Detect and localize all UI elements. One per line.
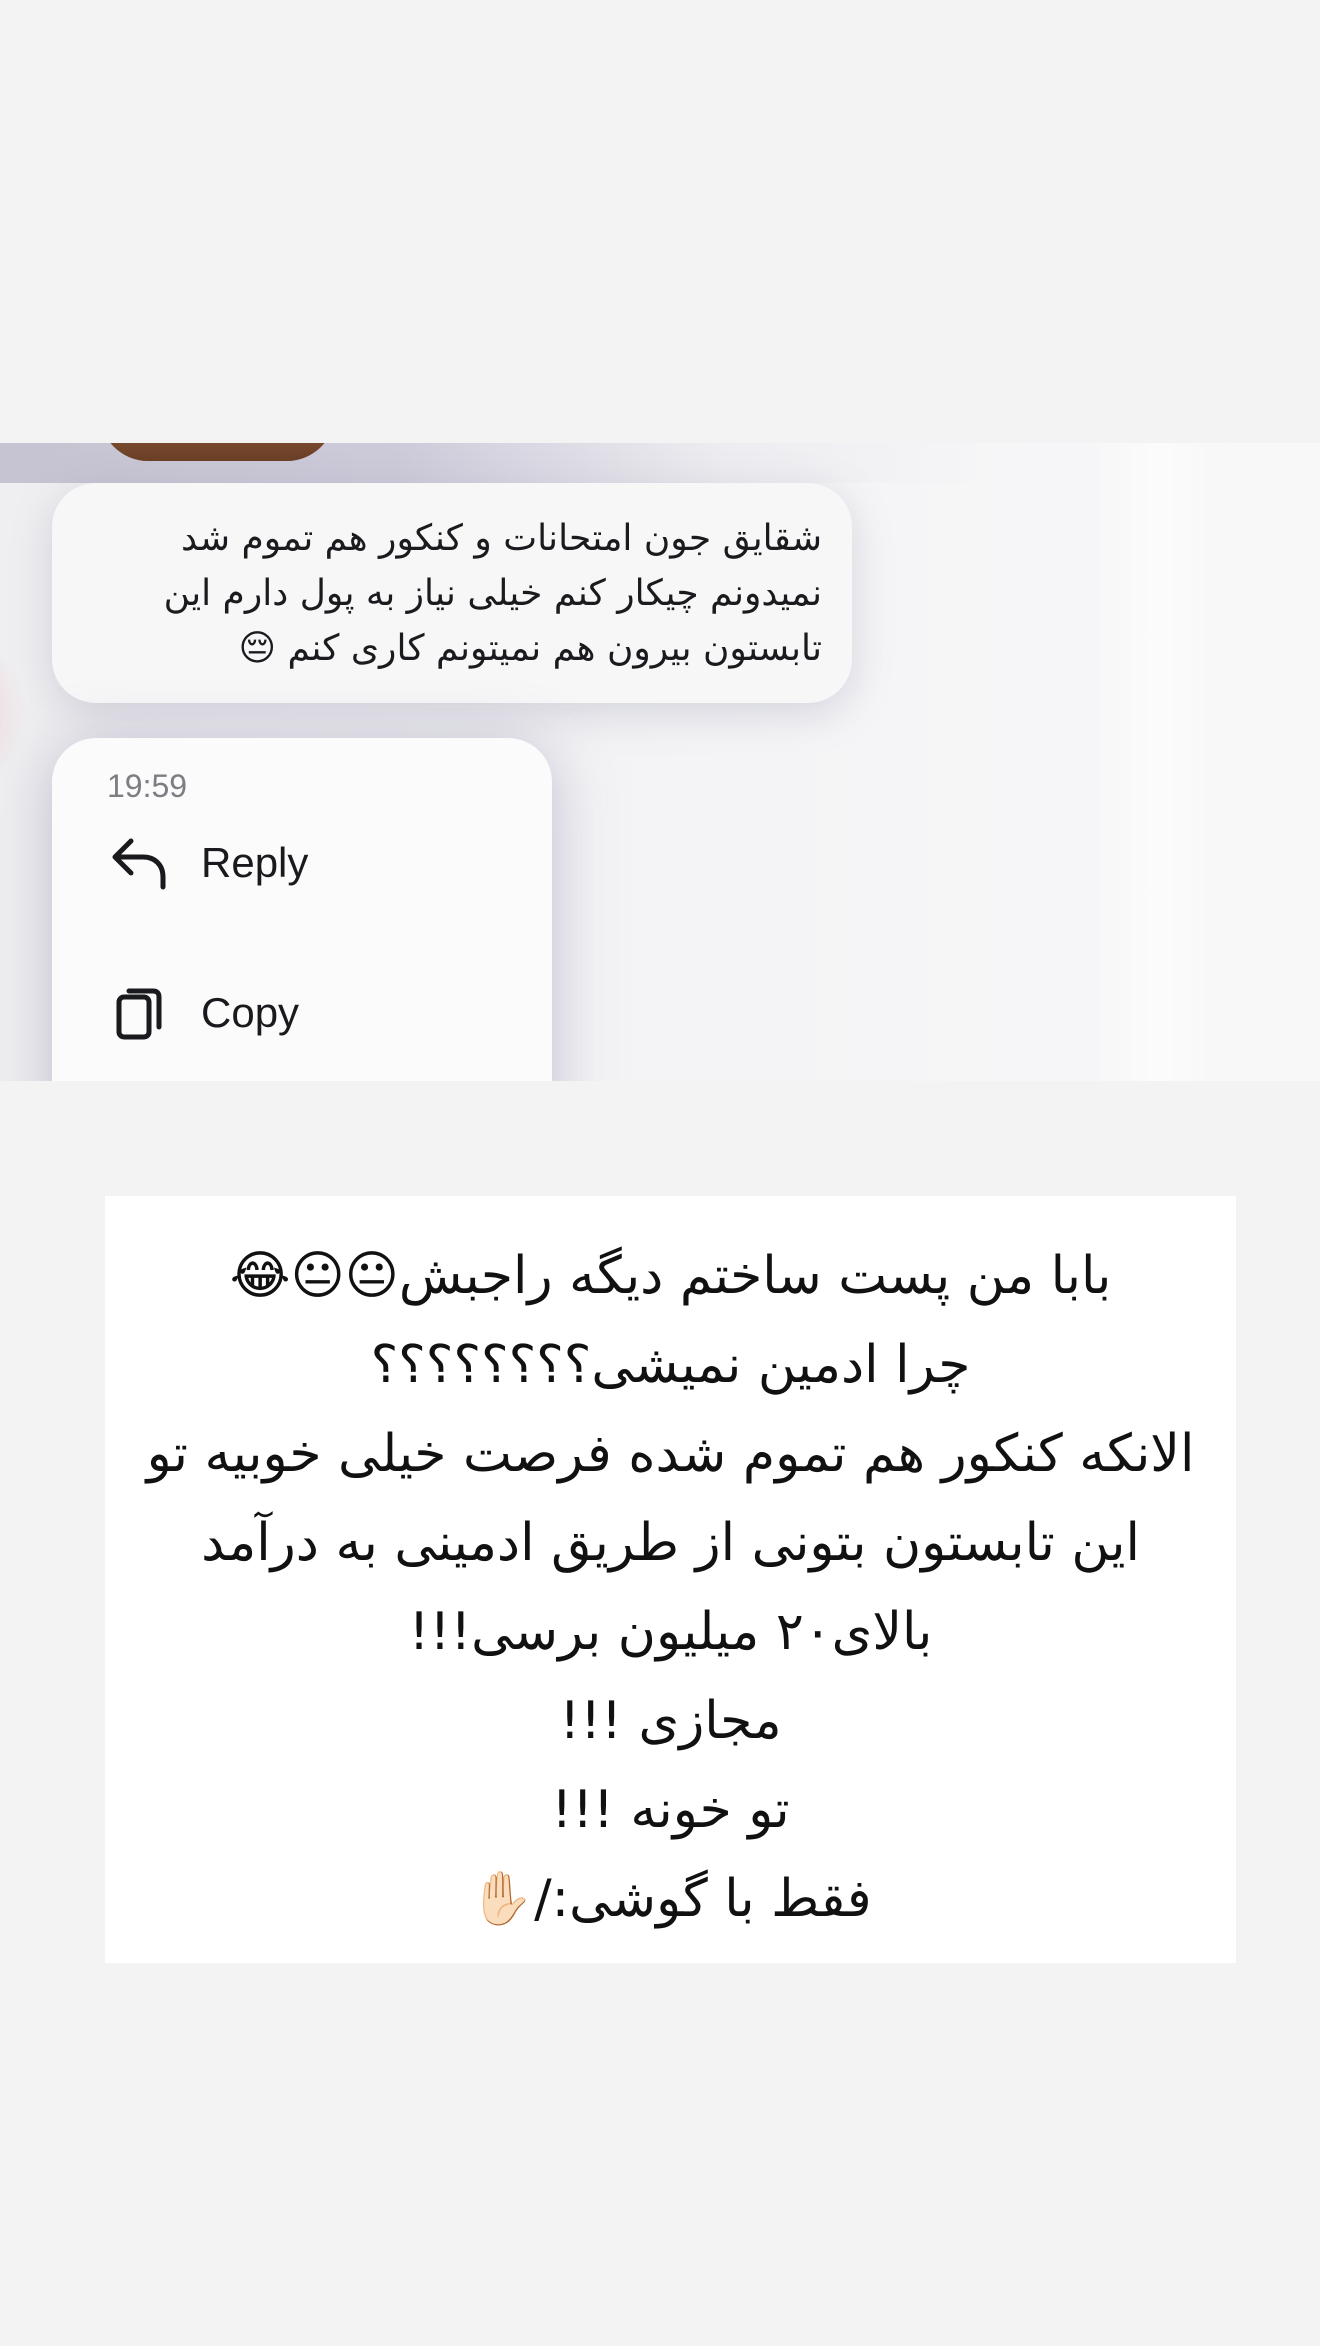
copy-icon xyxy=(107,981,171,1045)
message-bubble[interactable]: شقایق جون امتحانات و کنکور هم تموم شد نم… xyxy=(52,483,852,703)
card-line: الانکه کنکور هم تموم شده فرصت خیلی خوبیه… xyxy=(146,1424,1195,1484)
card-text: بابا من پست ساختم دیگه راجبش😐😐😂 چرا ادمی… xyxy=(125,1232,1216,1944)
card-line: این تابستون بتونی از طریق ادمینی به درآم… xyxy=(201,1513,1140,1573)
chat-screenshot: شقایق جون امتحانات و کنکور هم تموم شد نم… xyxy=(0,443,1320,1081)
card-line: چرا ادمین نمیشی؟؟؟؟؟؟؟؟ xyxy=(370,1335,971,1395)
message-time: 19:59 xyxy=(107,768,188,804)
text-card: بابا من پست ساختم دیگه راجبش😐😐😂 چرا ادمی… xyxy=(105,1196,1236,1963)
card-line: بابا من پست ساختم دیگه راجبش😐😐😂 xyxy=(229,1246,1112,1306)
message-line: نمیدونم چیکار کنم خیلی نیاز به پول دارم … xyxy=(163,573,822,614)
copy-label: Copy xyxy=(201,989,300,1036)
card-line: تو خونه !!! xyxy=(551,1780,790,1840)
context-menu: 19:59 Reply Copy xyxy=(52,738,552,1081)
card-line: مجازی !!! xyxy=(559,1691,782,1751)
reply-arrow-icon xyxy=(107,831,171,895)
card-line: بالای۲۰ میلیون برسی!!! xyxy=(408,1602,933,1662)
image-attachment-edge xyxy=(100,443,335,461)
copy-menu-item[interactable]: Copy xyxy=(107,978,299,1048)
reply-menu-item[interactable]: Reply xyxy=(107,828,308,898)
message-line: شقایق جون امتحانات و کنکور هم تموم شد xyxy=(181,518,822,559)
background-glow xyxy=(0,623,30,803)
background-band xyxy=(1090,443,1230,1081)
reply-label: Reply xyxy=(201,839,309,886)
message-text: شقایق جون امتحانات و کنکور هم تموم شد نم… xyxy=(82,511,822,676)
card-line: فقط با گوشی:/✋🏻 xyxy=(469,1869,872,1929)
message-line: تابستون بیرون هم نمیتونم کاری کنم 😔 xyxy=(238,628,823,669)
